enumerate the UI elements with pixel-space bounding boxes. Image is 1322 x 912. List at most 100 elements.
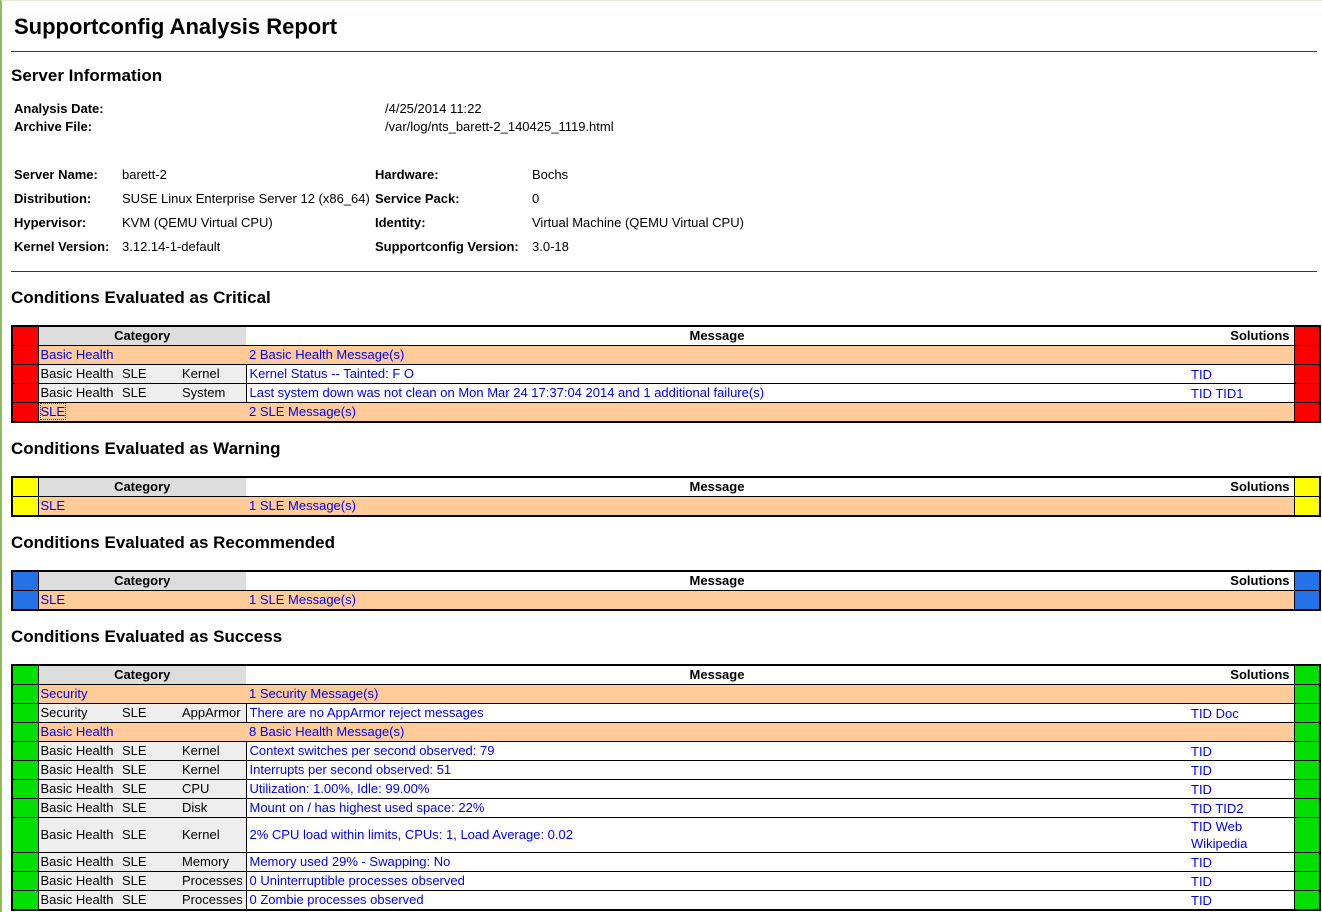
solution-link-tid2[interactable]: TID2 — [1215, 801, 1243, 816]
category-group-cell: SLE — [120, 742, 180, 761]
category-group-link[interactable]: Security — [41, 686, 88, 701]
category-group-link[interactable]: Basic Health — [41, 724, 114, 739]
severity-edge-cell — [12, 742, 38, 761]
solution-link-tid[interactable]: TID — [1191, 763, 1212, 778]
info-grid-row: Distribution: SUSE Linux Enterprise Serv… — [14, 187, 1317, 211]
message-link[interactable]: Utilization: 1.00%, Idle: 99.00% — [250, 781, 430, 796]
severity-edge-cell — [1294, 403, 1320, 423]
server-info-heading: Server Information — [11, 66, 1317, 86]
solution-link-tid1[interactable]: TID1 — [1215, 386, 1243, 401]
category-header: Category — [38, 326, 246, 346]
solution-link-tid[interactable]: TID — [1191, 706, 1212, 721]
message-link[interactable]: Memory used 29% - Swapping: No — [250, 854, 451, 869]
severity-edge-cell — [12, 571, 38, 591]
subcategory-cell: AppArmor — [180, 704, 246, 723]
message-header: Message — [246, 571, 1188, 591]
solution-link-tid[interactable]: TID — [1191, 367, 1212, 382]
solutions-cell — [1188, 497, 1294, 517]
solution-link-tid[interactable]: TID — [1191, 386, 1212, 401]
message-link[interactable]: Interrupts per second observed: 51 — [250, 762, 452, 777]
category-group-link[interactable]: SLE — [41, 404, 66, 419]
category-group-link[interactable]: Basic Health — [41, 347, 114, 362]
message-count-link[interactable]: 1 Security Message(s) — [249, 686, 378, 701]
category-cell: Basic Health — [38, 891, 120, 911]
solution-link-tid[interactable]: TID — [1191, 855, 1212, 870]
solution-link-tid[interactable]: TID — [1191, 782, 1212, 797]
severity-edge-cell — [1294, 818, 1320, 853]
category-cell: Basic Health — [38, 853, 120, 872]
category-header: Category — [38, 571, 246, 591]
severity-edge-cell — [12, 685, 38, 704]
solutions-header: Solutions — [1188, 477, 1294, 497]
category-cell: Security — [38, 704, 120, 723]
condition-row: Basic HealthSLEMemoryMemory used 29% - S… — [12, 853, 1320, 872]
section-heading-critical: Conditions Evaluated as Critical — [11, 288, 1317, 308]
solutions-cell — [1188, 403, 1294, 423]
category-group-link[interactable]: SLE — [41, 592, 66, 607]
solution-link-web[interactable]: Web — [1216, 819, 1243, 834]
message-link[interactable]: Last system down was not clean on Mon Ma… — [250, 385, 765, 400]
message-count-link[interactable]: 2 Basic Health Message(s) — [249, 347, 404, 362]
message-count-link[interactable]: 1 SLE Message(s) — [249, 498, 356, 513]
subcategory-cell: Kernel — [180, 365, 246, 384]
message-link[interactable]: 0 Zombie processes observed — [250, 892, 424, 907]
severity-edge-cell — [1294, 477, 1320, 497]
severity-edge-cell — [12, 723, 38, 742]
message-cell: Kernel Status -- Tainted: F O — [246, 365, 1188, 384]
category-group-cell: SLE — [120, 780, 180, 799]
message-link[interactable]: Mount on / has highest used space: 22% — [250, 800, 485, 815]
category-cell: Basic Health — [38, 818, 120, 853]
message-count-link[interactable]: 1 SLE Message(s) — [249, 592, 356, 607]
message-cell: Interrupts per second observed: 51 — [246, 761, 1188, 780]
severity-edge-cell — [1294, 704, 1320, 723]
severity-edge-cell — [1294, 591, 1320, 611]
solution-link-tid[interactable]: TID — [1191, 893, 1212, 908]
message-link[interactable]: 0 Uninterruptible processes observed — [250, 873, 465, 888]
severity-edge-cell — [12, 799, 38, 818]
message-link[interactable]: Kernel Status -- Tainted: F O — [250, 366, 415, 381]
info-grid-row: Kernel Version: 3.12.14-1-default Suppor… — [14, 235, 1317, 259]
solutions-header: Solutions — [1188, 571, 1294, 591]
info-value-distribution: SUSE Linux Enterprise Server 12 (x86_64) — [122, 187, 375, 211]
solution-link-tid[interactable]: TID — [1191, 801, 1212, 816]
table-header-row: CategoryMessageSolutions — [12, 326, 1320, 346]
solution-link-doc[interactable]: Doc — [1216, 706, 1239, 721]
solution-link-tid[interactable]: TID — [1191, 874, 1212, 889]
condition-row: Basic HealthSLEKernelContext switches pe… — [12, 742, 1320, 761]
severity-edge-cell — [1294, 346, 1320, 365]
category-group-cell: SLE — [120, 761, 180, 780]
category-group-link[interactable]: SLE — [41, 498, 66, 513]
info-label-identity: Identity: — [375, 211, 532, 235]
message-link[interactable]: There are no AppArmor reject messages — [250, 705, 484, 720]
solutions-cell: TID — [1188, 853, 1294, 872]
message-cell: Mount on / has highest used space: 22% — [246, 799, 1188, 818]
subcategory-cell: CPU — [180, 780, 246, 799]
solutions-header: Solutions — [1188, 326, 1294, 346]
message-count-link[interactable]: 8 Basic Health Message(s) — [249, 724, 404, 739]
info-label-hypervisor: Hypervisor: — [14, 211, 122, 235]
message-cell: 2 SLE Message(s) — [246, 403, 1188, 423]
category-group-cell: SLE — [120, 384, 180, 403]
message-cell: Context switches per second observed: 79 — [246, 742, 1188, 761]
solution-link-tid[interactable]: TID — [1191, 744, 1212, 759]
info-value-hardware: Bochs — [532, 163, 1317, 187]
category-group-cell: SLE — [120, 799, 180, 818]
solutions-cell: TID Doc — [1188, 704, 1294, 723]
severity-edge-cell — [12, 704, 38, 723]
message-header: Message — [246, 326, 1188, 346]
message-cell: There are no AppArmor reject messages — [246, 704, 1188, 723]
info-row: Archive File: /var/log/nts_barett-2_1404… — [14, 118, 1317, 136]
conditions-table-recommended: CategoryMessageSolutions SLE 1 SLE Message… — [11, 570, 1321, 611]
section-heading-success: Conditions Evaluated as Success — [11, 627, 1317, 647]
message-link[interactable]: Context switches per second observed: 79 — [250, 743, 495, 758]
solution-link-tid[interactable]: TID — [1191, 819, 1212, 834]
solution-link-wikipedia[interactable]: Wikipedia — [1191, 836, 1247, 851]
solutions-cell: TID — [1188, 365, 1294, 384]
conditions-table-warning: CategoryMessageSolutionsSLE1 SLE Message… — [11, 476, 1321, 517]
message-link[interactable]: 2% CPU load within limits, CPUs: 1, Load… — [250, 827, 573, 842]
message-count-link[interactable]: 2 SLE Message(s) — [249, 404, 356, 419]
solutions-cell: TID — [1188, 891, 1294, 911]
subcategory-cell: Memory — [180, 853, 246, 872]
severity-edge-cell — [1294, 780, 1320, 799]
category-group-cell: SLE — [120, 872, 180, 891]
